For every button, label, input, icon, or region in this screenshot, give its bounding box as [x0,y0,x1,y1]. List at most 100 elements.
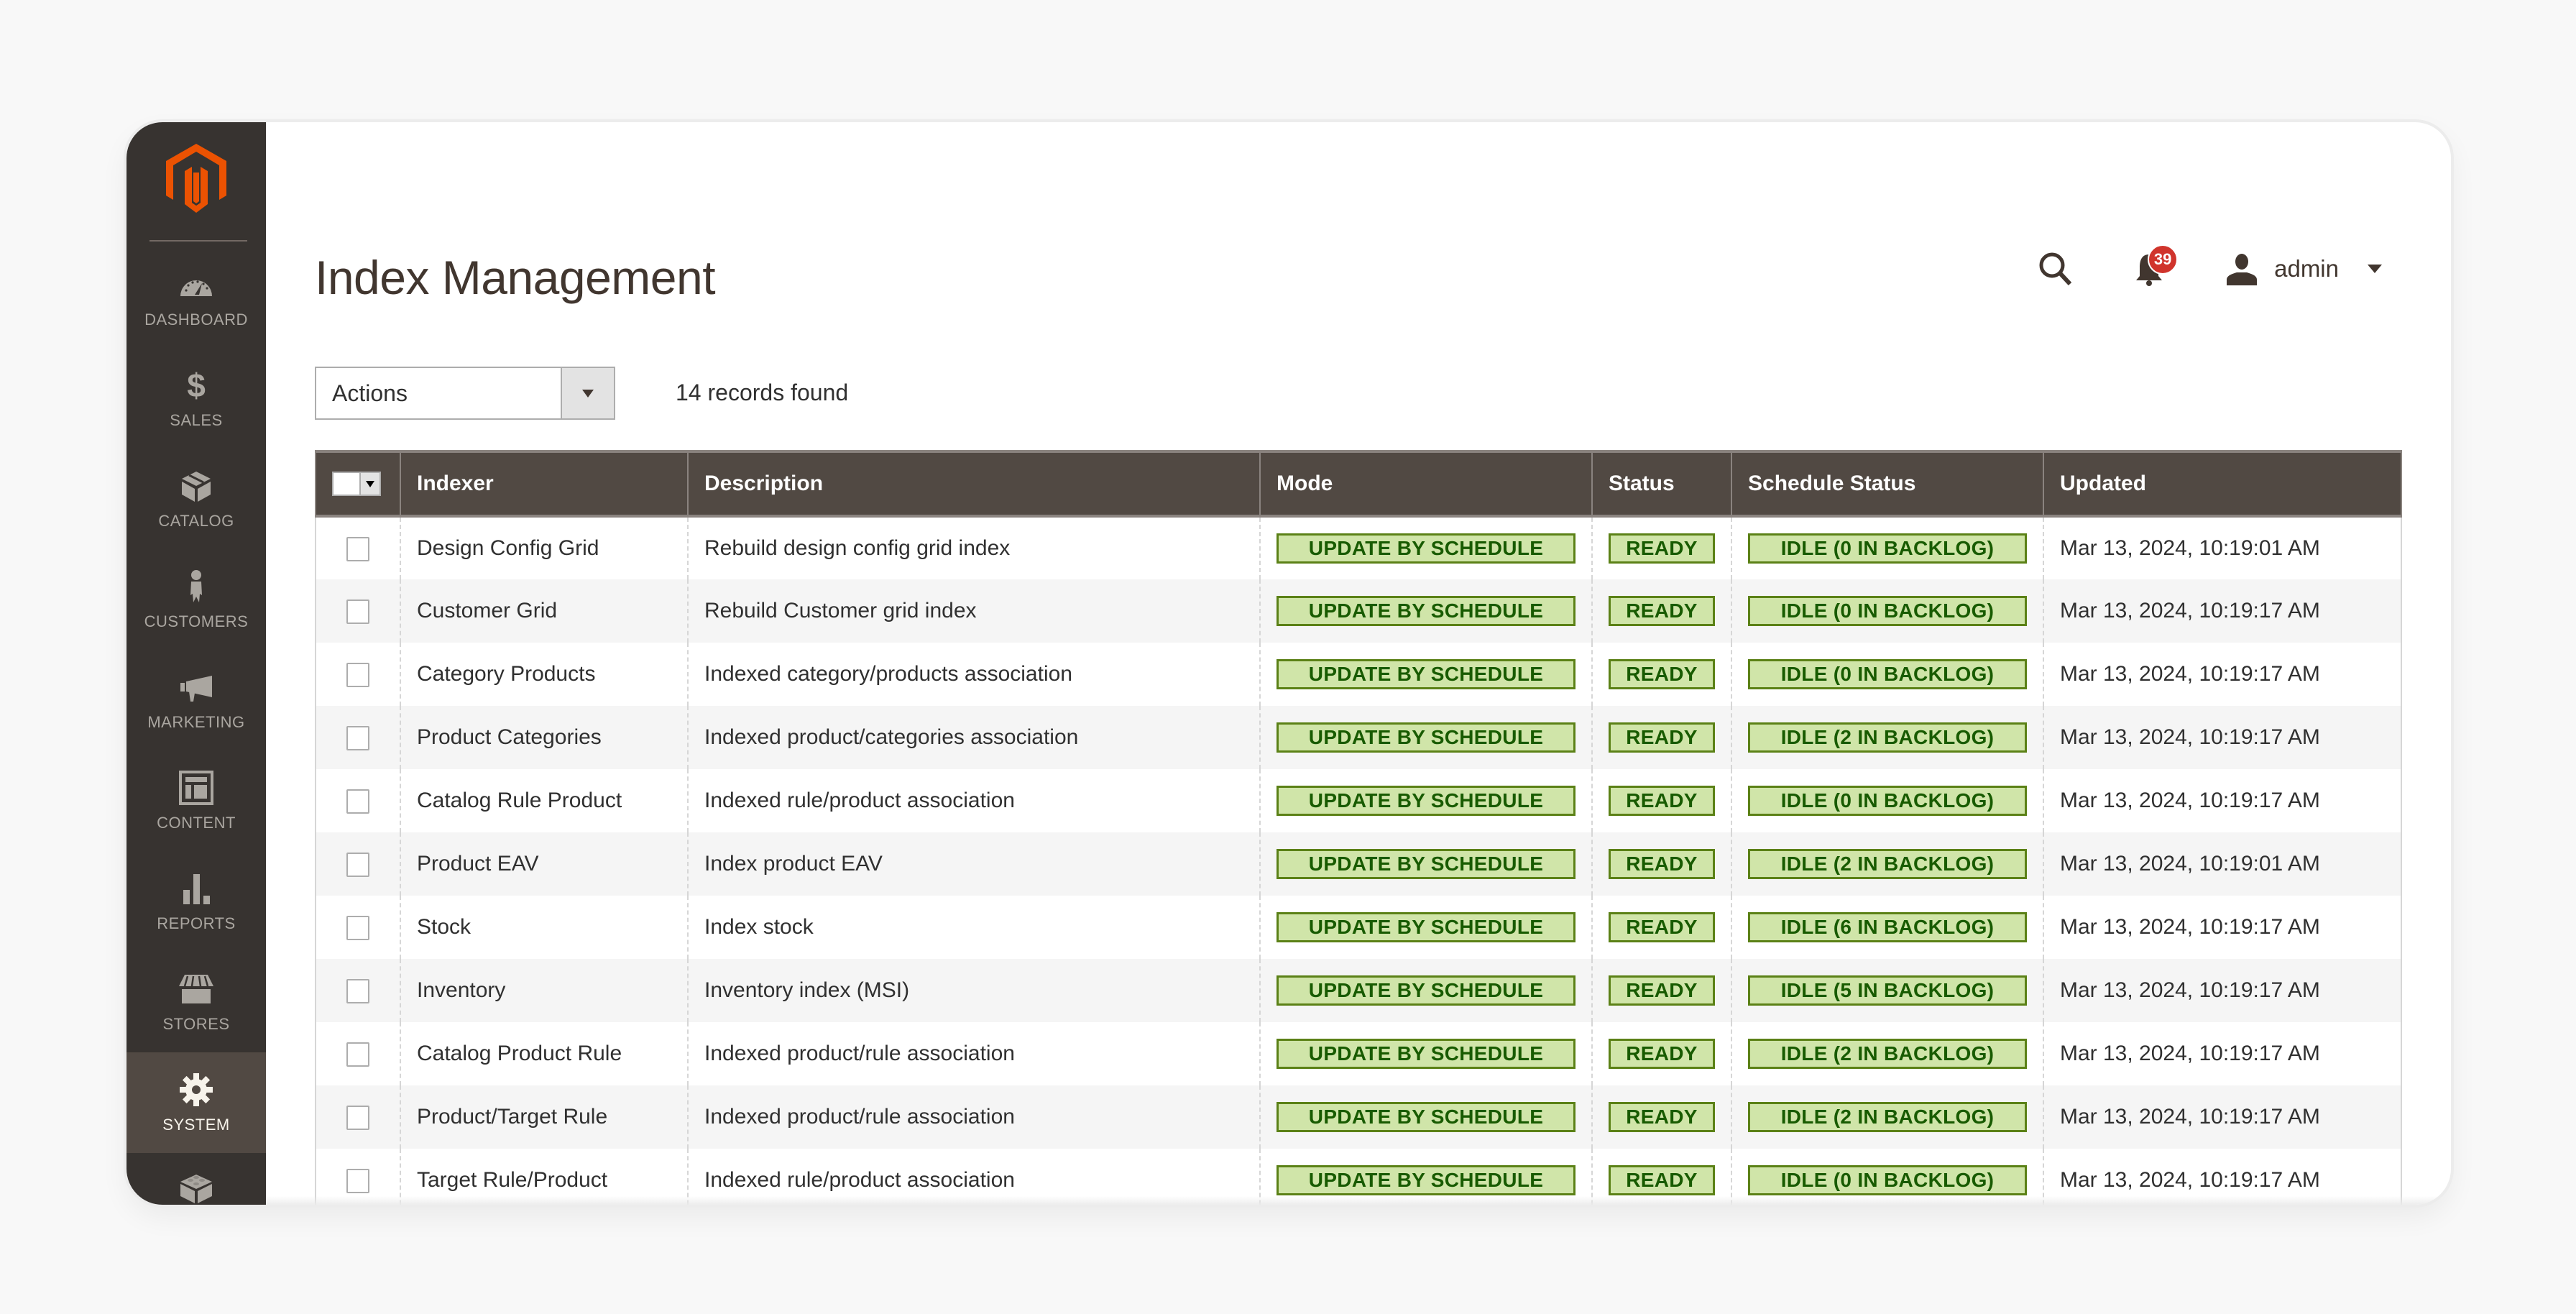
global-search-button[interactable] [2037,250,2132,288]
schedule-status-badge: IDLE (2 IN BACKLOG) [1748,1039,2027,1069]
row-checkbox[interactable] [346,915,369,940]
row-checkbox[interactable] [346,1105,369,1130]
description-cell: Rebuild Customer grid index [687,579,1260,643]
row-checkbox[interactable] [346,662,369,687]
table-row[interactable]: Category Products Indexed category/produc… [315,643,2402,706]
mass-actions-toggle[interactable] [561,368,614,418]
schedule-status-badge: IDLE (0 IN BACKLOG) [1748,533,2027,564]
notifications-count-badge: 39 [2148,244,2179,275]
table-row[interactable]: Product/Target Rule Indexed product/rule … [315,1085,2402,1149]
schedule-status-cell: IDLE (0 IN BACKLOG) [1731,643,2043,706]
admin-sidebar: Dashboard $ Sales Catalog Customers Mark… [126,122,266,1205]
table-row[interactable]: Inventory Inventory index (MSI) UPDATE BY … [315,959,2402,1022]
schedule-status-badge: IDLE (0 IN BACKLOG) [1748,596,2027,626]
status-badge: READY [1609,659,1715,689]
user-account-menu[interactable]: admin [2225,252,2382,285]
row-checkbox[interactable] [346,1168,369,1193]
table-row[interactable]: Stock Index stock UPDATE BY SCHEDULE READY I… [315,896,2402,959]
mode-badge: UPDATE BY SCHEDULE [1276,1039,1576,1069]
table-row[interactable]: Design Config Grid Rebuild design config … [315,516,2402,579]
row-checkbox[interactable] [346,1042,369,1067]
mode-cell: UPDATE BY SCHEDULE [1259,1085,1592,1149]
person-icon [178,568,215,605]
select-all-checkbox[interactable] [334,473,359,495]
column-header-updated[interactable]: Updated [2043,450,2402,518]
schedule-status-badge: IDLE (0 IN BACKLOG) [1748,659,2027,689]
mass-select-dropdown[interactable] [332,472,381,496]
status-badge: READY [1609,1102,1715,1132]
indexer-cell: Design Config Grid [400,516,688,579]
status-badge: READY [1609,912,1715,942]
megaphone-icon [178,669,215,706]
column-header-schedule-status[interactable]: Schedule Status [1731,450,2043,518]
indexer-cell: Product Categories [400,706,688,769]
sidebar-item-label: Catalog [158,512,234,530]
schedule-status-badge: IDLE (2 IN BACKLOG) [1748,1102,2027,1132]
status-cell: READY [1591,1085,1731,1149]
grid-body: Design Config Grid Rebuild design config … [315,516,2402,1205]
indexer-cell: Catalog Rule Product [400,769,688,832]
schedule-status-cell: IDLE (0 IN BACKLOG) [1731,579,2043,643]
table-row[interactable]: Catalog Rule Product Indexed rule/product… [315,769,2402,832]
mass-actions-select[interactable]: Actions [315,367,615,420]
extensions-brick-icon [178,1167,215,1205]
row-select-cell [315,896,400,959]
sidebar-item-stores[interactable]: Stores [126,952,266,1052]
status-cell: READY [1591,1022,1731,1085]
schedule-status-badge: IDLE (5 IN BACKLOG) [1748,975,2027,1006]
sidebar-item-label: Content [157,814,236,832]
description-cell: Index stock [687,896,1260,959]
status-badge: READY [1609,1165,1715,1195]
description-cell: Indexed category/products association [687,643,1260,706]
sidebar-item-sales[interactable]: $ Sales [126,348,266,449]
sidebar-item-label: Customers [144,612,249,630]
mode-badge: UPDATE BY SCHEDULE [1276,1165,1576,1195]
row-checkbox[interactable] [346,536,369,561]
row-select-cell [315,959,400,1022]
status-cell: READY [1591,959,1731,1022]
status-cell: READY [1591,896,1731,959]
row-select-cell [315,832,400,896]
table-row[interactable]: Product EAV Index product EAV UPDATE BY SC… [315,832,2402,896]
mode-cell: UPDATE BY SCHEDULE [1259,706,1592,769]
schedule-status-badge: IDLE (2 IN BACKLOG) [1748,849,2027,879]
row-checkbox[interactable] [346,599,369,624]
updated-cell: Mar 13, 2024, 10:19:17 AM [2043,896,2402,959]
sidebar-item-label: Reports [157,914,236,932]
sidebar-item-marketing[interactable]: Marketing [126,650,266,750]
sidebar-item-customers[interactable]: Customers [126,549,266,650]
sidebar-item-dashboard[interactable]: Dashboard [126,247,266,348]
notifications-button[interactable]: 39 [2132,244,2179,288]
mode-cell: UPDATE BY SCHEDULE [1259,516,1592,579]
schedule-status-badge: IDLE (2 IN BACKLOG) [1748,722,2027,753]
sidebar-item-system[interactable]: System [126,1052,266,1153]
table-row[interactable]: Catalog Product Rule Indexed product/rule… [315,1022,2402,1085]
row-checkbox[interactable] [346,789,369,814]
column-header-mode[interactable]: Mode [1259,450,1592,518]
row-checkbox[interactable] [346,725,369,750]
table-row[interactable]: Customer Grid Rebuild Customer grid index… [315,579,2402,643]
row-checkbox[interactable] [346,978,369,1003]
mode-cell: UPDATE BY SCHEDULE [1259,1022,1592,1085]
sidebar-item-content[interactable]: Content [126,750,266,851]
mode-badge: UPDATE BY SCHEDULE [1276,975,1576,1006]
mode-cell: UPDATE BY SCHEDULE [1259,896,1592,959]
mass-select-toggle[interactable] [359,473,380,495]
column-header-description[interactable]: Description [687,450,1260,518]
column-header-status[interactable]: Status [1591,450,1731,518]
sidebar-item-reports[interactable]: Reports [126,851,266,952]
description-cell: Indexed product/categories association [687,706,1260,769]
sidebar-item-catalog[interactable]: Catalog [126,449,266,549]
updated-cell: Mar 13, 2024, 10:19:01 AM [2043,832,2402,896]
sidebar-item-extensions[interactable] [126,1153,266,1205]
status-cell: READY [1591,769,1731,832]
sidebar-item-label: System [162,1116,230,1134]
mode-cell: UPDATE BY SCHEDULE [1259,832,1592,896]
column-header-indexer[interactable]: Indexer [400,450,688,518]
description-cell: Inventory index (MSI) [687,959,1260,1022]
magento-logo-icon[interactable] [166,144,226,213]
user-icon [2227,254,2258,285]
table-row[interactable]: Product Categories Indexed product/catego… [315,706,2402,769]
row-checkbox[interactable] [346,852,369,877]
schedule-status-cell: IDLE (0 IN BACKLOG) [1731,769,2043,832]
